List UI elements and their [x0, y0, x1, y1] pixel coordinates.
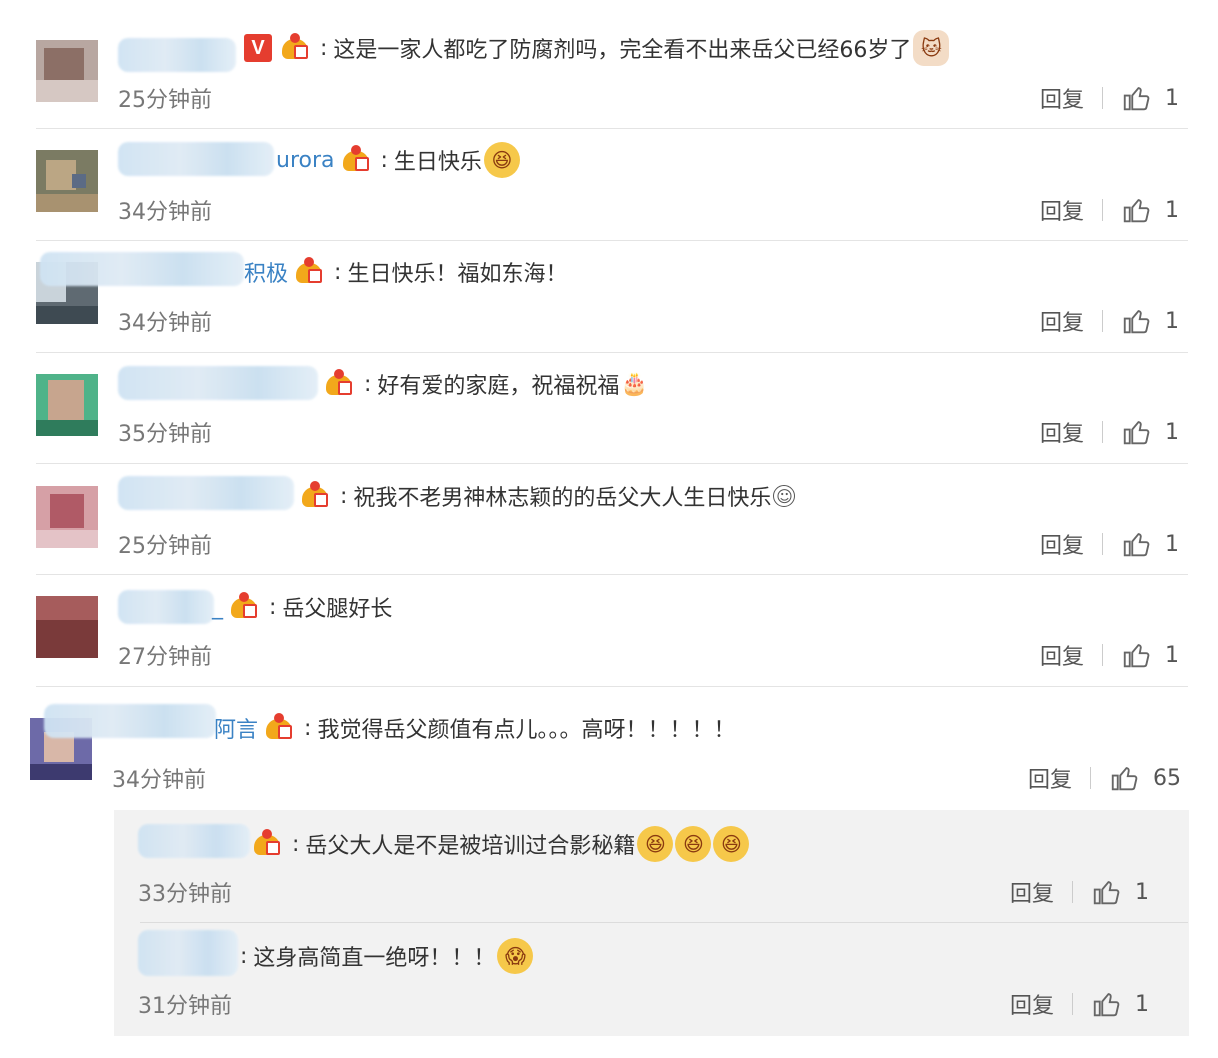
divider: [140, 922, 1188, 923]
smile-icon: ☺: [773, 485, 796, 507]
like-count: 1: [1135, 991, 1150, 1017]
divider: [36, 352, 1188, 353]
vip-crown-icon: [252, 829, 284, 859]
divider: [36, 463, 1188, 464]
comment-time: 31分钟前: [138, 994, 232, 1019]
divider: [36, 686, 1188, 687]
thumbs-up-icon[interactable]: [1121, 417, 1151, 447]
like-count: 1: [1165, 531, 1180, 557]
laughing-face-icon: 😆: [675, 826, 712, 862]
username-redacted[interactable]: [118, 590, 214, 624]
vip-crown-icon: [341, 145, 373, 175]
username-redacted[interactable]: [118, 142, 274, 176]
username-redacted[interactable]: [118, 366, 318, 400]
colon: :: [340, 483, 348, 509]
shocked-face-icon: 😱: [497, 938, 534, 974]
reply-button[interactable]: 回复: [1040, 305, 1084, 337]
colon: :: [269, 594, 277, 620]
username-redacted[interactable]: [118, 476, 294, 510]
username-link[interactable]: urora: [276, 148, 335, 173]
username-link[interactable]: _: [212, 595, 223, 620]
comment-time: 34分钟前: [112, 768, 206, 793]
colon: :: [334, 259, 342, 285]
comment-time: 27分钟前: [118, 645, 212, 670]
comment-text: 好有爱的家庭，祝福祝福: [377, 374, 620, 399]
avatar[interactable]: [36, 150, 98, 212]
like-count: 1: [1165, 197, 1180, 223]
comment-text: 岳父腿好长: [282, 597, 393, 622]
thumbs-up-icon[interactable]: [1121, 640, 1151, 670]
comment-text: 祝我不老男神林志颖的的岳父大人生日快乐: [353, 486, 772, 511]
laughing-face-icon: 😆: [713, 826, 750, 862]
like-count: 1: [1135, 879, 1150, 905]
comment-text: 这是一家人都吃了防腐剂吗，完全看不出来岳父已经66岁了: [333, 38, 912, 63]
reply-button[interactable]: 回复: [1040, 416, 1084, 448]
thumbs-up-icon[interactable]: [1121, 83, 1151, 113]
reply-button[interactable]: 回复: [1040, 639, 1084, 671]
thumbs-up-icon[interactable]: [1091, 877, 1121, 907]
username-link[interactable]: 积极: [244, 256, 288, 288]
vip-crown-icon: [280, 33, 312, 63]
username-redacted[interactable]: [44, 704, 216, 738]
username-redacted[interactable]: [118, 38, 236, 72]
comment-text: 生日快乐: [393, 150, 482, 175]
cat-face-icon: 🐱: [913, 30, 950, 66]
like-count: 1: [1165, 85, 1180, 111]
username-redacted[interactable]: [138, 930, 238, 976]
laughing-face-icon: 😆: [637, 826, 674, 862]
comment-time: 33分钟前: [138, 882, 232, 907]
avatar[interactable]: [36, 374, 98, 436]
username-link[interactable]: 阿言: [214, 712, 258, 744]
comment-time: 34分钟前: [118, 311, 212, 336]
like-count: 1: [1165, 642, 1180, 668]
divider: [36, 574, 1188, 575]
vip-crown-icon: [294, 257, 326, 287]
avatar[interactable]: [36, 486, 98, 548]
comment-time: 25分钟前: [118, 534, 212, 559]
comment-text: 这身高简直一绝呀！！！: [253, 946, 496, 971]
comment-text: 我觉得岳父颜值有点儿。。。高呀！！！！！: [317, 718, 736, 743]
vip-crown-icon: [229, 592, 261, 622]
like-count: 1: [1165, 419, 1180, 445]
reply-button[interactable]: 回复: [1040, 528, 1084, 560]
cake-icon: 🎂: [620, 371, 649, 397]
comment-text: 生日快乐！福如东海！: [347, 262, 568, 287]
like-count: 65: [1153, 765, 1182, 791]
like-count: 1: [1165, 308, 1180, 334]
thumbs-up-icon[interactable]: [1121, 529, 1151, 559]
thumbs-up-icon[interactable]: [1091, 989, 1121, 1019]
avatar[interactable]: [36, 596, 98, 658]
colon: :: [320, 35, 328, 61]
thumbs-up-icon[interactable]: [1121, 306, 1151, 336]
vip-crown-icon: [300, 481, 332, 511]
username-redacted[interactable]: [40, 252, 244, 286]
reply-button[interactable]: 回复: [1010, 876, 1054, 908]
colon: :: [380, 147, 388, 173]
colon: :: [240, 943, 248, 969]
vip-crown-icon: [264, 713, 296, 743]
reply-button[interactable]: 回复: [1040, 82, 1084, 114]
thumbs-up-icon[interactable]: [1109, 763, 1139, 793]
colon: :: [364, 371, 372, 397]
divider: [36, 240, 1188, 241]
username-redacted[interactable]: [138, 824, 250, 858]
verified-v-icon: V: [244, 34, 272, 62]
comment-time: 35分钟前: [118, 422, 212, 447]
reply-button[interactable]: 回复: [1040, 194, 1084, 226]
vip-crown-icon: [324, 369, 356, 399]
colon: :: [292, 831, 300, 857]
comment-time: 25分钟前: [118, 88, 212, 113]
reply-button[interactable]: 回复: [1028, 762, 1072, 794]
laughing-face-icon: 😆: [483, 142, 520, 178]
comment-time: 34分钟前: [118, 200, 212, 225]
colon: :: [304, 715, 312, 741]
comment-text: 岳父大人是不是被培训过合影秘籍: [305, 834, 636, 859]
reply-button[interactable]: 回复: [1010, 988, 1054, 1020]
divider: [36, 128, 1188, 129]
thumbs-up-icon[interactable]: [1121, 195, 1151, 225]
avatar[interactable]: [36, 40, 98, 102]
